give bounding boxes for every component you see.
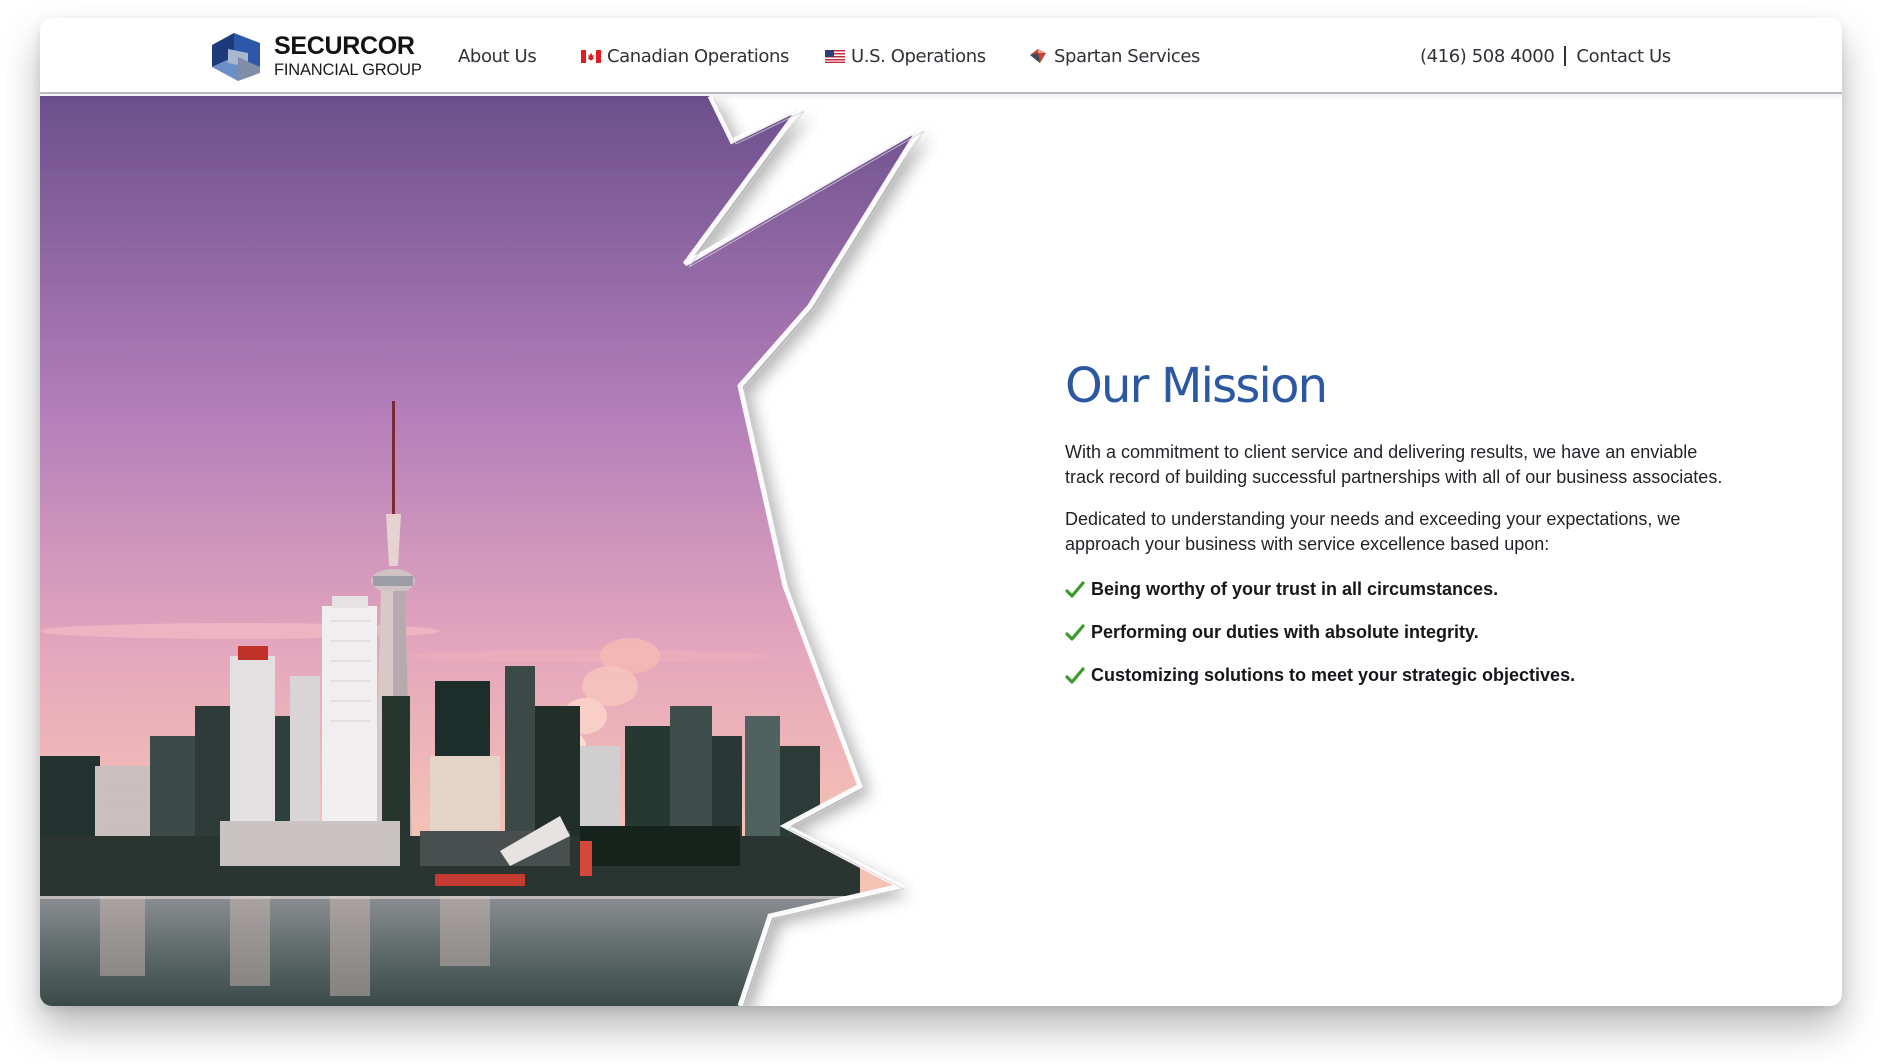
brand-subtitle: FINANCIAL GROUP — [274, 60, 422, 79]
nav-canadian-operations-label: Canadian Operations — [607, 45, 789, 67]
brand-logo[interactable]: SECURCOR FINANCIAL GROUP — [208, 26, 428, 86]
list-item: Being worthy of your trust in all circum… — [1065, 577, 1725, 602]
mission-title: Our Mission — [1065, 358, 1328, 414]
list-item: Performing our duties with absolute inte… — [1065, 620, 1725, 645]
brand-name: SECURCOR — [274, 31, 415, 60]
securcor-cube-icon — [212, 33, 260, 81]
nav-spartan-services[interactable]: Spartan Services — [1028, 46, 1200, 67]
spartan-shield-icon — [1030, 49, 1046, 63]
nav-spartan-services-label: Spartan Services — [1054, 45, 1201, 67]
checkmark-icon — [1065, 580, 1085, 598]
contact-us-link[interactable]: Contact Us — [1576, 46, 1671, 67]
contact-area: (416) 508 4000 Contact Us — [1420, 18, 1671, 94]
canada-flag-icon — [581, 49, 601, 63]
mission-point: Being worthy of your trust in all circum… — [1091, 579, 1499, 599]
browser-window: SECURCOR FINANCIAL GROUP About Us Canadi… — [40, 18, 1842, 1006]
nav-us-operations[interactable]: U.S. Operations — [825, 46, 986, 67]
mission-paragraph: Dedicated to understanding your needs an… — [1065, 509, 1681, 554]
mission-section: Our Mission With a commitment to client … — [1065, 358, 1725, 706]
mission-point: Performing our duties with absolute inte… — [1091, 622, 1479, 642]
mission-point: Customizing solutions to meet your strat… — [1091, 665, 1576, 685]
list-item: Customizing solutions to meet your strat… — [1065, 663, 1725, 688]
checkmark-icon — [1065, 666, 1085, 684]
nav-about-us-label: About Us — [458, 45, 537, 67]
hero-section: Our Mission With a commitment to client … — [40, 96, 1842, 1006]
mission-points-list: Being worthy of your trust in all circum… — [1065, 577, 1725, 688]
nav-about-us[interactable]: About Us — [458, 45, 537, 67]
nav-us-operations-label: U.S. Operations — [851, 45, 986, 67]
site-header: SECURCOR FINANCIAL GROUP About Us Canadi… — [40, 18, 1842, 94]
checkmark-icon — [1065, 623, 1085, 641]
divider — [1564, 46, 1567, 66]
mission-paragraph: With a commitment to client service and … — [1065, 442, 1723, 487]
phone-number[interactable]: (416) 508 4000 — [1420, 46, 1555, 67]
nav-canadian-operations[interactable]: Canadian Operations — [581, 46, 789, 67]
us-flag-icon — [825, 49, 845, 63]
